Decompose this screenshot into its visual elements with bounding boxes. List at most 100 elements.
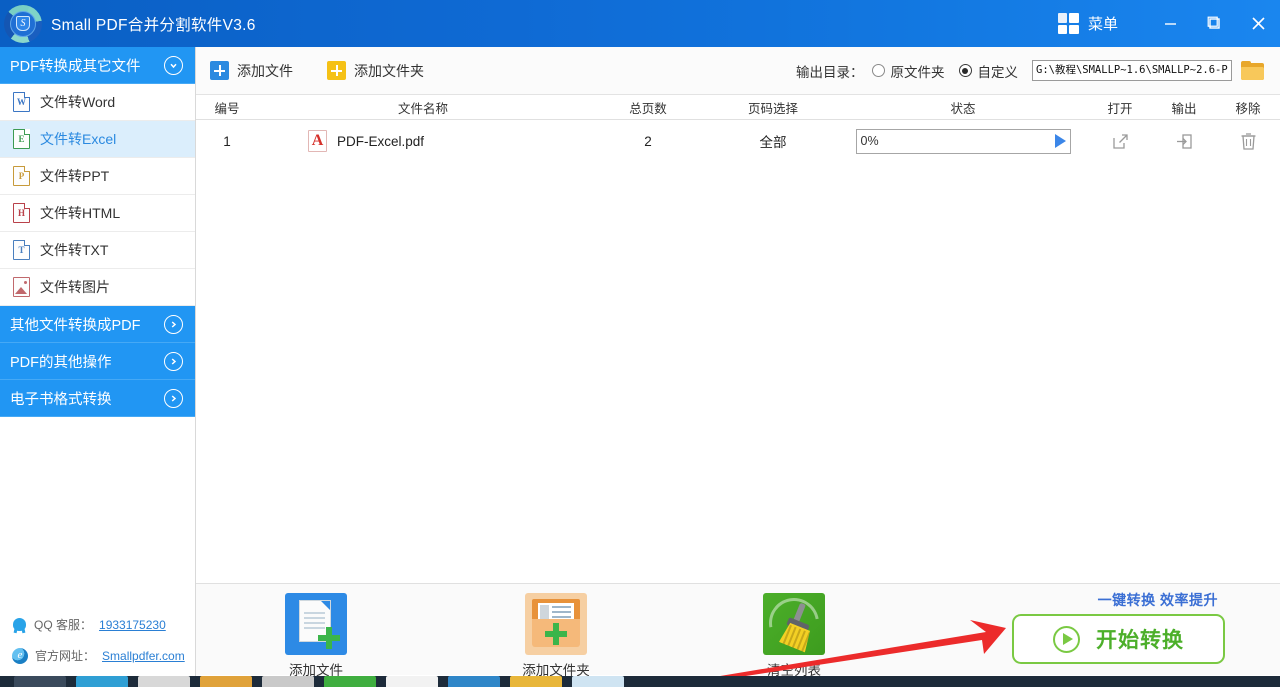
sidebar: PDF转换成其它文件 W 文件转Word E 文件转Excel P 文件转PPT (0, 47, 196, 687)
chevron-right-icon (164, 352, 183, 371)
taskbar-item[interactable] (386, 676, 438, 687)
excel-file-icon: E (13, 129, 30, 149)
application-window: S Small PDF合并分割软件V3.6 菜单 (0, 0, 1280, 687)
progress-bar: 0% (856, 129, 1071, 154)
column-header-index: 编号 (196, 98, 258, 117)
taskbar-item[interactable] (76, 676, 128, 687)
qq-number-link[interactable]: 1933175230 (99, 618, 166, 632)
output-path-input[interactable]: G:\教程\SMALLP~1.6\SMALLP~2.6-P (1032, 60, 1232, 81)
toolbar-add-folder-button[interactable]: 添加文件夹 (327, 61, 424, 81)
row-status-cell: 0% (838, 129, 1088, 154)
promo-text: 一键转换 效率提升 (1098, 590, 1218, 610)
row-filename-cell: A PDF-Excel.pdf (258, 130, 588, 152)
row-remove-button[interactable] (1216, 131, 1280, 151)
taskbar-item[interactable] (448, 676, 500, 687)
maximize-button[interactable] (1192, 0, 1236, 47)
sidebar-item-to-html[interactable]: H 文件转HTML (0, 195, 195, 232)
row-output-button[interactable] (1152, 132, 1216, 151)
radio-original-folder[interactable]: 原文件夹 (872, 61, 945, 81)
add-file-plus-icon (210, 61, 229, 80)
chevron-right-icon (164, 389, 183, 408)
column-header-remove: 移除 (1216, 98, 1280, 117)
website-label: 官方网址： (35, 647, 95, 664)
column-header-open: 打开 (1088, 98, 1152, 117)
taskbar-item[interactable] (14, 676, 66, 687)
taskbar-item[interactable] (324, 676, 376, 687)
sidebar-group-ebook-convert[interactable]: 电子书格式转换 (0, 380, 195, 417)
column-header-output: 输出 (1152, 98, 1216, 117)
menu-button[interactable]: 菜单 (1058, 13, 1118, 34)
table-header-row: 编号 文件名称 总页数 页码选择 状态 打开 输出 移除 (196, 95, 1280, 120)
html-file-icon: H (13, 203, 30, 223)
toolbar-add-file-button[interactable]: 添加文件 (210, 61, 293, 81)
row-open-button[interactable] (1088, 132, 1152, 151)
sidebar-item-to-image[interactable]: 文件转图片 (0, 269, 195, 306)
add-file-icon (285, 593, 347, 655)
qq-support-label: QQ 客服： (34, 616, 92, 633)
row-start-play-icon[interactable] (1055, 134, 1066, 148)
sidebar-group-label: PDF的其他操作 (10, 351, 164, 372)
sidebar-group-label: 电子书格式转换 (10, 388, 164, 409)
toolbar: 添加文件 添加文件夹 输出目录： 原文件夹 自定义 G:\教程\SMALLP~1… (196, 47, 1280, 95)
browse-folder-icon[interactable] (1241, 61, 1264, 80)
annotation-arrow-icon (694, 614, 1014, 684)
window-controls: 菜单 (1058, 0, 1280, 47)
add-folder-icon (525, 593, 587, 655)
toolbar-add-folder-label: 添加文件夹 (354, 61, 424, 81)
image-file-icon (13, 277, 30, 297)
sidebar-item-label: 文件转TXT (40, 240, 108, 260)
toolbar-add-file-label: 添加文件 (237, 61, 293, 81)
sidebar-group-pdf-to-other[interactable]: PDF转换成其它文件 (0, 47, 195, 84)
play-circle-icon (1053, 626, 1080, 653)
taskbar-item[interactable] (262, 676, 314, 687)
sidebar-item-to-ppt[interactable]: P 文件转PPT (0, 158, 195, 195)
sidebar-group-label: 其他文件转换成PDF (10, 314, 164, 335)
sidebar-group-other-to-pdf[interactable]: 其他文件转换成PDF (0, 306, 195, 343)
minimize-button[interactable] (1148, 0, 1192, 47)
table-row[interactable]: 1 A PDF-Excel.pdf 2 全部 0% (196, 120, 1280, 162)
radio-custom-folder[interactable]: 自定义 (959, 61, 1019, 81)
sidebar-item-to-excel[interactable]: E 文件转Excel (0, 121, 195, 158)
app-title: Small PDF合并分割软件V3.6 (51, 13, 256, 35)
row-page-selection[interactable]: 全部 (708, 131, 838, 151)
column-header-pages: 总页数 (588, 98, 708, 117)
radio-custom-folder-circle (959, 64, 972, 77)
column-header-pageselect: 页码选择 (708, 98, 838, 117)
website-link[interactable]: Smallpdfer.com (102, 649, 185, 663)
browser-icon: e (12, 648, 28, 664)
qq-support-row: QQ 客服： 1933175230 (0, 609, 196, 640)
taskbar-item[interactable] (572, 676, 624, 687)
bottom-add-folder-button[interactable]: 添加文件夹 (491, 593, 621, 679)
sidebar-group-pdf-operations[interactable]: PDF的其他操作 (0, 343, 195, 380)
output-directory-controls: 输出目录： 原文件夹 自定义 G:\教程\SMALLP~1.6\SMALLP~2… (796, 60, 1264, 81)
qq-penguin-icon (12, 616, 27, 633)
chevron-right-icon (164, 315, 183, 334)
radio-original-folder-circle (872, 64, 885, 77)
grid-menu-icon (1058, 13, 1079, 34)
taskbar-item[interactable] (200, 676, 252, 687)
chevron-down-icon (164, 56, 183, 75)
sidebar-item-label: 文件转HTML (40, 203, 120, 223)
column-header-filename: 文件名称 (258, 98, 588, 117)
word-file-icon: W (13, 92, 30, 112)
sidebar-group-label: PDF转换成其它文件 (10, 55, 164, 76)
column-header-status: 状态 (838, 98, 1088, 117)
taskbar-item[interactable] (510, 676, 562, 687)
menu-button-label: 菜单 (1088, 13, 1118, 34)
bottom-add-file-button[interactable]: 添加文件 (251, 593, 381, 679)
start-conversion-button[interactable]: 开始转换 (1012, 614, 1225, 664)
app-logo-icon: S (1, 2, 45, 46)
start-conversion-label: 开始转换 (1096, 624, 1184, 654)
close-button[interactable] (1236, 0, 1280, 47)
sidebar-item-to-word[interactable]: W 文件转Word (0, 84, 195, 121)
sidebar-item-to-txt[interactable]: T 文件转TXT (0, 232, 195, 269)
radio-original-folder-label: 原文件夹 (891, 61, 945, 81)
radio-custom-folder-label: 自定义 (978, 61, 1019, 81)
website-row: e 官方网址： Smallpdfer.com (0, 640, 196, 671)
pdf-file-icon: A (308, 130, 327, 152)
contact-info: QQ 客服： 1933175230 e 官方网址： Smallpdfer.com (0, 609, 196, 671)
ppt-file-icon: P (13, 166, 30, 186)
sidebar-item-label: 文件转Word (40, 92, 115, 112)
progress-value: 0% (861, 134, 1055, 148)
taskbar-item[interactable] (138, 676, 190, 687)
